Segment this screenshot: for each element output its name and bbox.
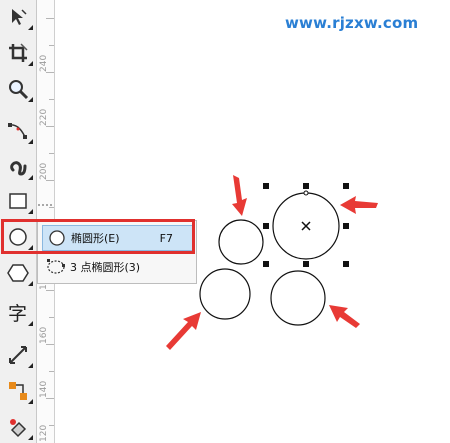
arrow-icon bbox=[329, 305, 360, 328]
ellipse[interactable] bbox=[199, 268, 251, 320]
highlight-box bbox=[1, 219, 195, 254]
arrow-icon bbox=[232, 175, 247, 216]
three-point-ellipse-icon bbox=[42, 258, 70, 276]
arrow-icon bbox=[340, 196, 378, 214]
ellipse[interactable] bbox=[218, 219, 264, 265]
menu-item-label: 3 点椭圆形(3) bbox=[70, 261, 141, 274]
menu-item-3-point-ellipse[interactable]: 3 点椭圆形(3) bbox=[42, 255, 192, 279]
arrow-icon bbox=[166, 312, 201, 350]
node-handle[interactable] bbox=[303, 190, 309, 196]
ellipse[interactable] bbox=[270, 270, 326, 326]
